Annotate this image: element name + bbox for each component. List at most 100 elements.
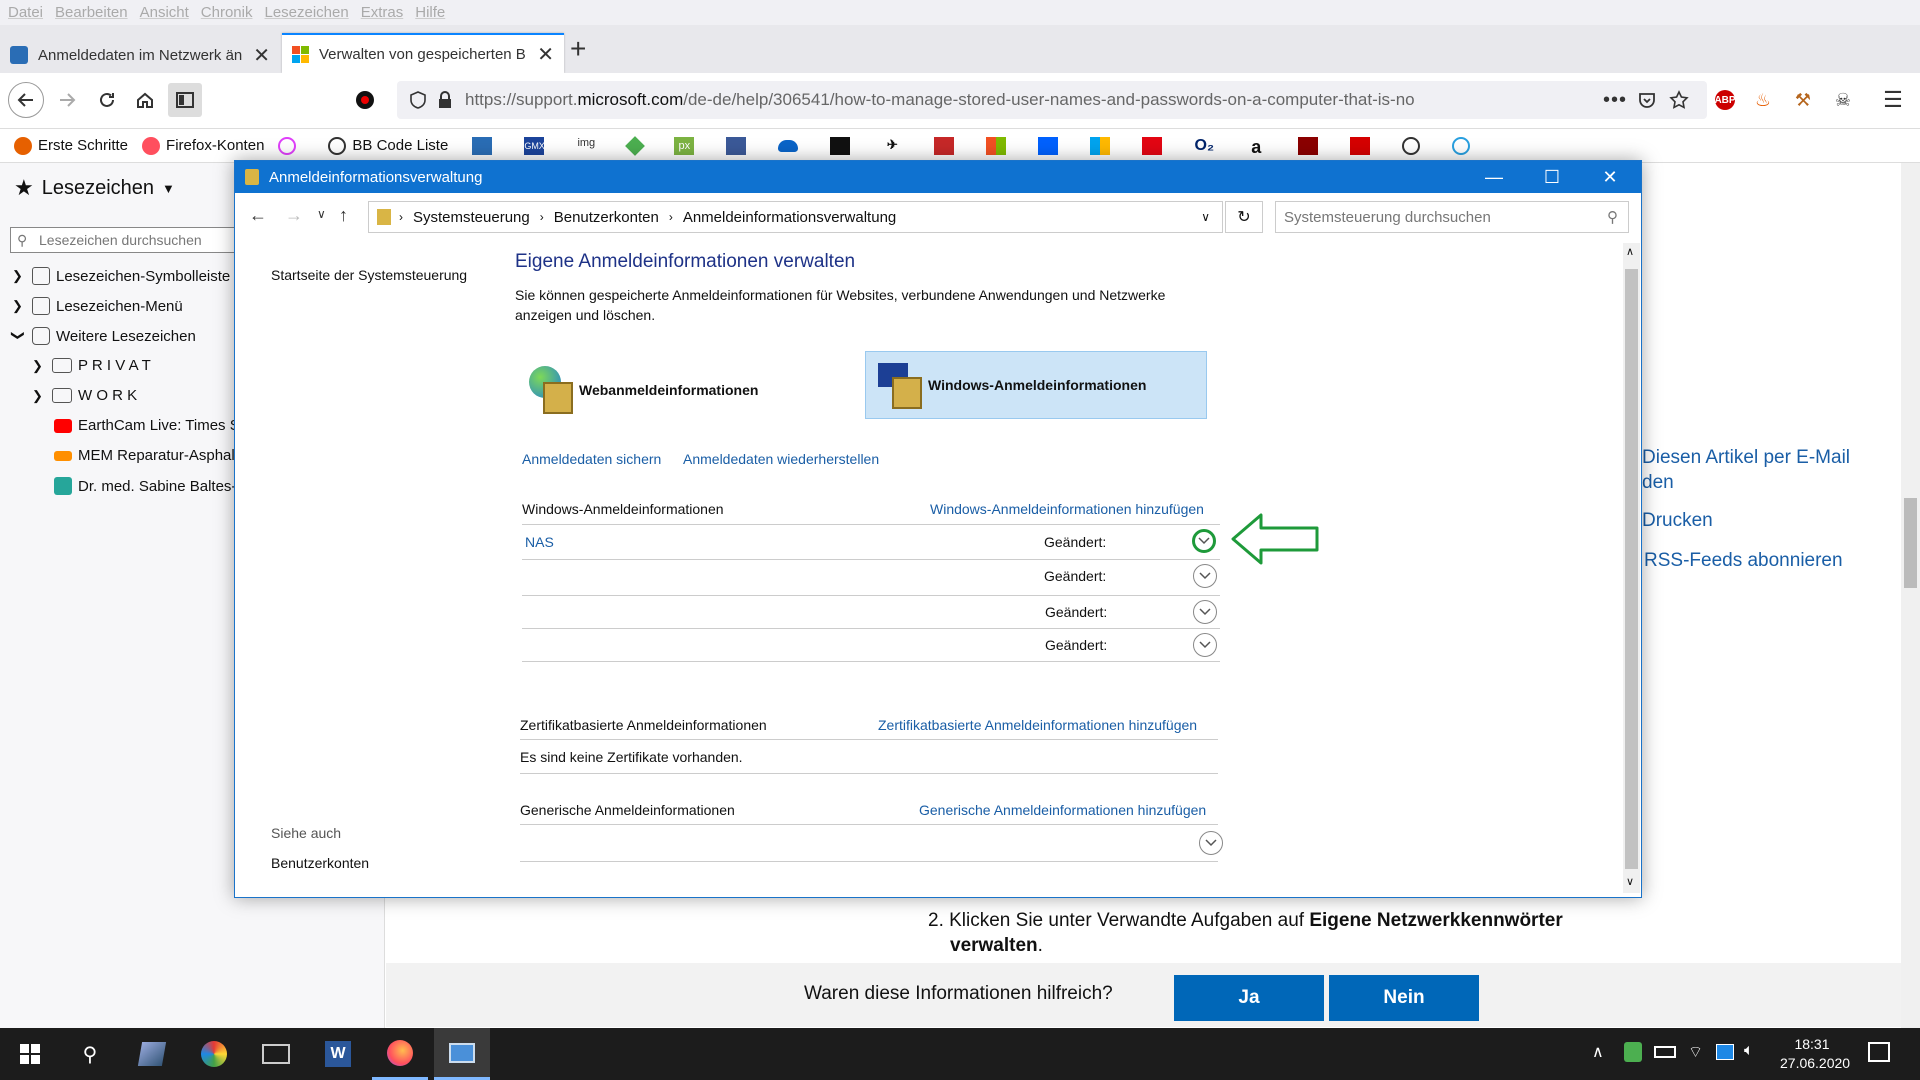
star-icon[interactable] (1669, 90, 1689, 110)
backup-credentials-link[interactable]: Anmeldedaten sichern (522, 451, 661, 467)
minimize-icon[interactable]: — (1465, 161, 1523, 193)
lock-icon[interactable] (437, 90, 453, 110)
windows-start-icon[interactable] (2, 1028, 58, 1080)
bookmark-firefox-konten[interactable]: Firefox-Konten (142, 136, 264, 155)
onedrive-icon[interactable] (778, 139, 799, 152)
print-link[interactable]: Drucken (1642, 510, 1713, 532)
sidebar-item-earthcam[interactable]: EarthCam Live: Times Sq (54, 417, 248, 434)
sidebar-header[interactable]: ★ Lesezeichen ▼ (14, 175, 175, 201)
globe-bookmark-icon[interactable] (1402, 136, 1421, 155)
restore-credentials-link[interactable]: Anmeldedaten wiederherstellen (683, 451, 879, 467)
gmx-icon[interactable]: GMX (524, 136, 545, 155)
user-accounts-link[interactable]: Benutzerkonten (271, 855, 369, 871)
bookmark-bb-code-liste[interactable]: BB Code Liste (328, 136, 448, 155)
sparkasse-icon[interactable] (1142, 136, 1163, 155)
expand-chevron-icon[interactable] (1192, 529, 1216, 553)
add-windows-credential-link[interactable]: Windows-Anmeldeinformationen hinzufügen (930, 501, 1204, 517)
sidebar-item-menu[interactable]: ❯ Lesezeichen-Menü (12, 297, 183, 315)
close-icon[interactable]: ✕ (1581, 161, 1639, 193)
menu-history[interactable]: Chronik (201, 4, 253, 21)
bookmark-black-icon[interactable] (830, 136, 851, 155)
taskbar-app-icon[interactable] (124, 1028, 180, 1080)
page-scrollbar[interactable] (1901, 163, 1920, 1028)
breadcrumb-benutzerkonten[interactable]: Benutzerkonten (554, 209, 659, 226)
credential-row[interactable]: Geändert: (522, 629, 1220, 663)
menu-help[interactable]: Hilfe (415, 4, 445, 21)
bookmark-hand-icon[interactable] (1298, 136, 1319, 155)
expand-chevron-icon[interactable] (1193, 564, 1217, 588)
url-bar[interactable]: https://support.microsoft.com/de-de/help… (397, 81, 1707, 119)
control-panel-home-link[interactable]: Startseite der Systemsteuerung (271, 267, 467, 283)
clock[interactable]: 18:31 27.06.2020 (1780, 1035, 1850, 1073)
page-scrollbar-thumb[interactable] (1904, 498, 1917, 588)
add-certificate-credential-link[interactable]: Zertifikatbasierte Anmeldeinformationen … (878, 717, 1197, 733)
shield-icon[interactable] (409, 90, 427, 110)
expand-chevron-icon[interactable] (1199, 831, 1223, 855)
sidebar-item-symbolleiste[interactable]: ❯ Lesezeichen-Symbolleiste (12, 267, 230, 285)
skull-extension-icon[interactable]: ☠ (1826, 83, 1860, 117)
amazon-icon[interactable]: a (1246, 137, 1266, 157)
expand-chevron-icon[interactable] (1193, 600, 1217, 624)
back-arrow-icon[interactable] (8, 82, 44, 118)
breadcrumb-systemsteuerung[interactable]: Systemsteuerung (413, 209, 530, 226)
notification-center-icon[interactable] (1868, 1042, 1890, 1062)
search-icon[interactable]: ⚲ (62, 1028, 118, 1080)
scroll-down-icon[interactable]: ∨ (1626, 875, 1634, 888)
recording-icon[interactable] (348, 83, 382, 117)
reload-icon[interactable] (90, 83, 124, 117)
wifi-icon[interactable]: ⌔ (1688, 1042, 1703, 1062)
o2-icon[interactable]: O₂ (1194, 137, 1215, 155)
up-arrow-icon[interactable]: ↑ (339, 205, 348, 226)
forward-arrow-icon[interactable] (50, 83, 84, 117)
no-button[interactable]: Nein (1329, 975, 1479, 1021)
pocket-bookmark-icon[interactable] (278, 136, 297, 155)
credential-row[interactable]: Geändert: (522, 596, 1220, 630)
taskbar-control-panel-icon[interactable] (434, 1028, 490, 1080)
battery-icon[interactable] (1654, 1046, 1676, 1058)
sidebar-item-sabine[interactable]: Dr. med. Sabine Baltes- (54, 477, 236, 495)
taskbar-snipping-icon[interactable] (248, 1028, 304, 1080)
menu-bookmarks[interactable]: Lesezeichen (264, 4, 348, 21)
refresh-icon[interactable]: ↻ (1225, 201, 1263, 233)
menu-file[interactable]: Datei (8, 4, 43, 21)
back-arrow-icon[interactable]: ← (249, 205, 267, 226)
pocket-icon[interactable] (1637, 90, 1657, 110)
bookmark-erste-schritte[interactable]: Erste Schritte (14, 136, 128, 155)
dialog-scrollbar[interactable]: ∧ ∨ (1623, 243, 1640, 893)
tool-extension-icon[interactable]: ⚒ (1786, 83, 1820, 117)
address-bar[interactable]: › Systemsteuerung › Benutzerkonten › Anm… (368, 201, 1223, 233)
windows-credentials-button[interactable]: Windows-Anmeldeinformationen (865, 351, 1207, 419)
chevron-down-icon[interactable]: ∨ (1201, 210, 1210, 224)
credential-row[interactable]: Geändert: (522, 560, 1220, 594)
breadcrumb-anmeldeinformationsverwaltung[interactable]: Anmeldeinformationsverwaltung (683, 209, 896, 226)
menu-extras[interactable]: Extras (361, 4, 404, 21)
recent-chevron-icon[interactable]: ∨ (317, 207, 326, 221)
microsoft-bookmark-2-icon[interactable] (1090, 136, 1111, 155)
hamburger-menu-icon[interactable]: ☰ (1876, 83, 1910, 117)
more-actions-icon[interactable]: ••• (1603, 89, 1627, 112)
flame-extension-icon[interactable]: ♨ (1746, 83, 1780, 117)
new-tab-plus-icon[interactable]: + (570, 33, 586, 65)
credential-row[interactable]: NAS Geändert: (522, 525, 1220, 559)
sidebar-item-mem[interactable]: MEM Reparatur-Asphalt (54, 447, 239, 464)
email-article-link-cont[interactable]: den (1642, 472, 1674, 494)
forward-arrow-icon[interactable]: → (285, 205, 303, 226)
px-icon[interactable]: px (674, 136, 695, 155)
taskbar-paint-icon[interactable] (186, 1028, 242, 1080)
tray-app-icon[interactable] (1716, 1044, 1734, 1060)
bookmark-heart-icon[interactable] (1350, 136, 1371, 155)
microsoft-bookmark-icon[interactable] (986, 136, 1007, 155)
rss-link[interactable]: RSS-Feeds abonnieren (1644, 550, 1843, 572)
facebook-icon[interactable] (726, 136, 747, 155)
diamond-icon[interactable] (625, 135, 646, 156)
web-credentials-button[interactable]: Webanmeldeinformationen (529, 357, 769, 423)
home-icon[interactable] (128, 83, 162, 117)
add-generic-credential-link[interactable]: Generische Anmeldeinformationen hinzufüg… (919, 802, 1206, 818)
scroll-up-icon[interactable]: ∧ (1626, 245, 1634, 258)
cloud-download-icon[interactable] (1452, 136, 1471, 155)
taskbar-firefox-icon[interactable] (372, 1028, 428, 1080)
window-titlebar[interactable]: Anmeldeinformationsverwaltung — ☐ ✕ (235, 161, 1641, 193)
taskbar-word-icon[interactable]: W (310, 1028, 366, 1080)
dropbox-icon[interactable] (1038, 136, 1059, 155)
bookmark-red-icon[interactable] (934, 136, 955, 155)
